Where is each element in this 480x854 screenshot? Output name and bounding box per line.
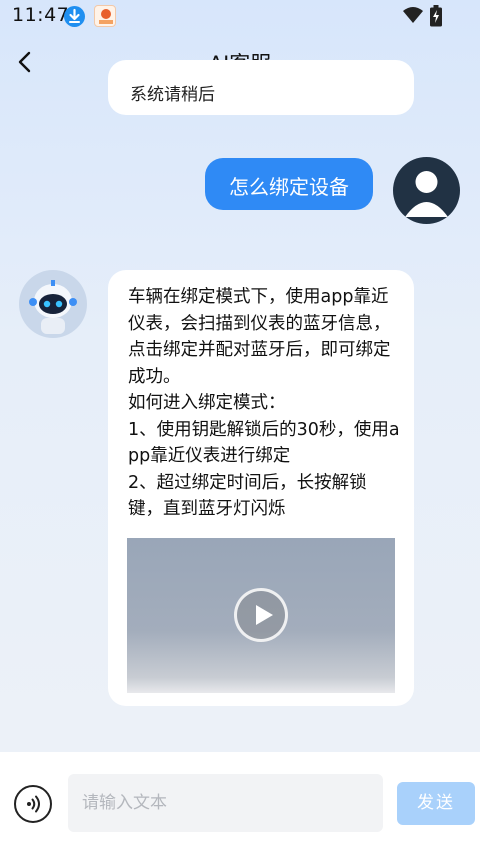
bot-reply-bubble: 车辆在绑定模式下，使用app靠近仪表，会扫描到仪表的蓝牙信息，点击绑定并配对蓝牙… <box>108 270 414 706</box>
video-thumbnail[interactable] <box>127 538 395 693</box>
play-icon[interactable] <box>234 588 288 642</box>
message-input[interactable] <box>68 774 383 832</box>
wifi-icon <box>402 6 424 28</box>
previous-bot-message: 系统请稍后 <box>108 60 414 115</box>
user-message-text: 怎么绑定设备 <box>229 175 349 199</box>
previous-bot-message-text: 系统请稍后 <box>130 85 215 105</box>
input-bar: 发送 <box>0 752 480 854</box>
status-bar: 11:47 <box>0 0 480 32</box>
bot-reply-line: 车辆在绑定模式下，使用app靠近仪表，会扫描到仪表的蓝牙信息，点击绑定并配对蓝牙… <box>128 287 391 387</box>
bot-reply-line: 2、超过绑定时间后，长按解锁键，直到蓝牙灯闪烁 <box>128 472 367 520</box>
battery-charging-icon <box>429 5 443 31</box>
status-time: 11:47 <box>12 4 70 26</box>
bot-reply-line: 如何进入绑定模式： <box>128 393 286 413</box>
bot-avatar <box>19 270 87 338</box>
bot-reply-text: 车辆在绑定模式下，使用app靠近仪表，会扫描到仪表的蓝牙信息，点击绑定并配对蓝牙… <box>128 284 400 523</box>
bot-reply-line: 1、使用钥匙解锁后的30秒，使用app靠近仪表进行绑定 <box>128 419 400 467</box>
user-avatar <box>393 157 460 224</box>
send-button[interactable]: 发送 <box>397 782 475 825</box>
app-notification-icon <box>94 5 116 27</box>
voice-icon[interactable] <box>14 785 52 823</box>
download-icon <box>64 6 85 27</box>
user-message-bubble: 怎么绑定设备 <box>205 158 373 210</box>
